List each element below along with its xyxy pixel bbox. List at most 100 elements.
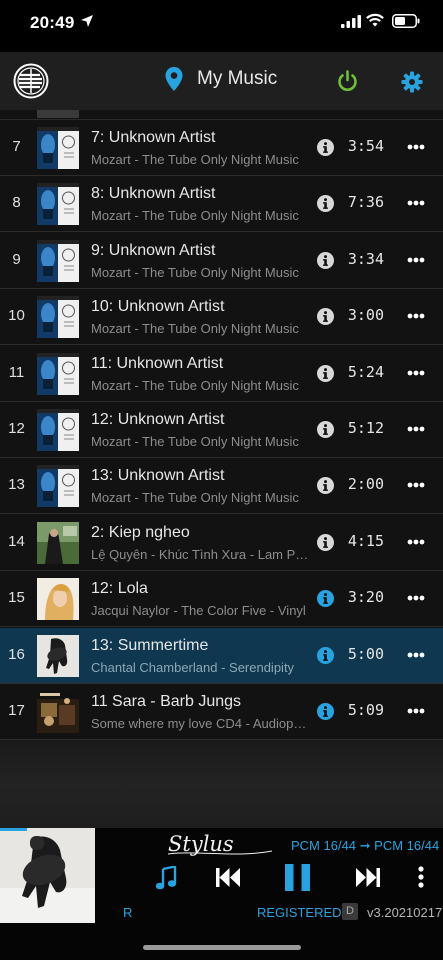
track-duration: 5:09 xyxy=(347,701,384,719)
track-subtitle: Mozart - The Tube Only Night Music xyxy=(91,152,299,167)
status-bar: 20:49 xyxy=(0,0,443,52)
track-subtitle: Mozart - The Tube Only Night Music xyxy=(91,434,299,449)
more-horizontal-icon[interactable] xyxy=(407,370,425,376)
registered-label: REGISTERED xyxy=(257,905,342,920)
power-icon[interactable] xyxy=(337,70,358,92)
info-icon[interactable] xyxy=(317,251,334,269)
track-subtitle: Lệ Quyên - Khúc Tình Xưa - Lam Phương xyxy=(91,546,309,562)
more-horizontal-icon[interactable] xyxy=(407,708,425,714)
title-group[interactable]: My Music xyxy=(165,67,277,91)
info-icon[interactable] xyxy=(317,421,334,438)
playback-progress[interactable] xyxy=(0,828,27,831)
track-row[interactable]: 17 11 Sara - Barb Jungs Some where my love… xyxy=(0,684,443,740)
more-horizontal-icon[interactable] xyxy=(407,257,425,263)
track-number: 15 xyxy=(8,589,25,607)
track-number: 17 xyxy=(8,702,25,719)
more-horizontal-icon[interactable] xyxy=(407,482,425,488)
track-duration: 4:15 xyxy=(347,531,384,550)
more-horizontal-icon[interactable] xyxy=(407,200,425,206)
track-title: 12: Lola xyxy=(91,580,148,598)
list-empty-area xyxy=(0,740,443,828)
page-title: My Music xyxy=(197,68,278,89)
track-duration: 3:54 xyxy=(347,137,384,155)
track-title: 10: Unknown Artist xyxy=(91,298,225,316)
track-title: 8: Unknown Artist xyxy=(91,185,216,203)
skip-previous-icon[interactable] xyxy=(216,868,240,887)
more-horizontal-icon[interactable] xyxy=(407,144,425,150)
track-number: 10 xyxy=(8,307,25,325)
album-art xyxy=(37,183,79,226)
track-row-selected[interactable]: 16 13: Summertime Chantal Chamberland - Se… xyxy=(0,627,443,684)
home-indicator[interactable] xyxy=(143,945,301,950)
track-duration: 2:00 xyxy=(347,475,384,494)
track-title: 7: Unknown Artist xyxy=(91,129,216,146)
info-icon[interactable] xyxy=(317,139,334,156)
track-title: 9: Unknown Artist xyxy=(91,241,216,259)
album-art xyxy=(37,239,79,282)
album-art xyxy=(37,634,79,677)
album-art xyxy=(37,521,79,564)
app-header: My Music xyxy=(0,52,443,110)
track-duration: 3:34 xyxy=(347,249,384,268)
info-icon[interactable] xyxy=(317,646,334,664)
album-art xyxy=(37,110,79,118)
track-title: 12: Unknown Artist xyxy=(91,411,225,428)
location-arrow-icon xyxy=(81,15,93,27)
track-duration: 7:36 xyxy=(347,193,384,212)
track-row[interactable]: 13 13: Unknown Artist Mozart - The Tube On… xyxy=(0,458,443,515)
info-icon[interactable] xyxy=(317,477,334,495)
track-title: 11: Unknown Artist xyxy=(91,354,224,372)
info-icon[interactable] xyxy=(317,590,334,608)
track-row[interactable]: 12 12: Unknown Artist Mozart - The Tube On… xyxy=(0,402,443,458)
track-number: 8 xyxy=(12,194,21,212)
track-row[interactable]: 8 8: Unknown Artist Mozart - The Tube Only… xyxy=(0,176,443,233)
album-art xyxy=(37,352,79,395)
more-horizontal-icon[interactable] xyxy=(407,426,425,432)
more-vertical-icon[interactable] xyxy=(418,866,424,888)
stylus-logo-text: Stylus xyxy=(168,832,234,856)
album-art xyxy=(37,409,79,451)
info-icon[interactable] xyxy=(317,533,334,551)
now-playing-album-art[interactable] xyxy=(0,828,95,923)
track-duration: 3:20 xyxy=(347,588,384,607)
track-duration: 5:00 xyxy=(347,644,384,663)
track-row[interactable]: 11 11: Unknown Artist Mozart - The Tube On… xyxy=(0,345,443,402)
track-number: 9 xyxy=(12,250,21,268)
skip-next-icon[interactable] xyxy=(356,868,380,887)
track-subtitle: Some where my love CD4 - Audiophile xyxy=(91,716,309,731)
track-row[interactable]: 7 7: Unknown Artist Mozart - The Tube Only… xyxy=(0,120,443,176)
track-row[interactable]: 14 2: Kiep ngheo Lệ Quyên - Khúc Tình Xưa … xyxy=(0,514,443,571)
track-subtitle: Mozart - The Tube Only Night Music xyxy=(91,377,299,393)
more-horizontal-icon[interactable] xyxy=(407,539,425,545)
status-badge: D xyxy=(342,903,358,920)
cellular-signal-icon xyxy=(341,15,361,28)
info-icon[interactable] xyxy=(317,364,334,382)
more-horizontal-icon[interactable] xyxy=(407,652,425,658)
track-row[interactable]: 9 9: Unknown Artist Mozart - The Tube Only… xyxy=(0,232,443,289)
track-title: 2: Kiep ngheo xyxy=(91,523,190,541)
gear-icon[interactable] xyxy=(401,71,423,93)
track-row[interactable]: 10 10: Unknown Artist Mozart - The Tube On… xyxy=(0,289,443,346)
track-row-partial[interactable] xyxy=(0,110,443,120)
track-list[interactable]: 7 7: Unknown Artist Mozart - The Tube Only… xyxy=(0,110,443,740)
info-icon[interactable] xyxy=(317,703,334,720)
more-horizontal-icon[interactable] xyxy=(407,595,425,601)
track-subtitle: Chantal Chamberland - Serendipity xyxy=(91,659,295,675)
track-row[interactable]: 15 12: Lola Jacqui Naylor - The Color Five… xyxy=(0,571,443,628)
globe-icon[interactable] xyxy=(13,63,49,99)
info-icon[interactable] xyxy=(317,308,334,326)
stylus-logo: Stylus xyxy=(167,832,273,856)
track-subtitle: Mozart - The Tube Only Night Music xyxy=(91,208,299,224)
track-number: 16 xyxy=(8,645,25,663)
location-pin-icon xyxy=(165,67,183,91)
battery-icon xyxy=(392,14,420,28)
track-duration: 5:12 xyxy=(347,419,384,437)
more-horizontal-icon[interactable] xyxy=(407,313,425,319)
track-number: 12 xyxy=(8,420,25,437)
pause-icon[interactable] xyxy=(285,864,310,891)
track-subtitle: Mozart - The Tube Only Night Music xyxy=(91,490,299,506)
repeat-toggle[interactable]: R xyxy=(123,905,132,920)
music-note-icon[interactable] xyxy=(155,866,177,890)
track-title: 13: Unknown Artist xyxy=(91,467,225,485)
info-icon[interactable] xyxy=(317,195,334,213)
